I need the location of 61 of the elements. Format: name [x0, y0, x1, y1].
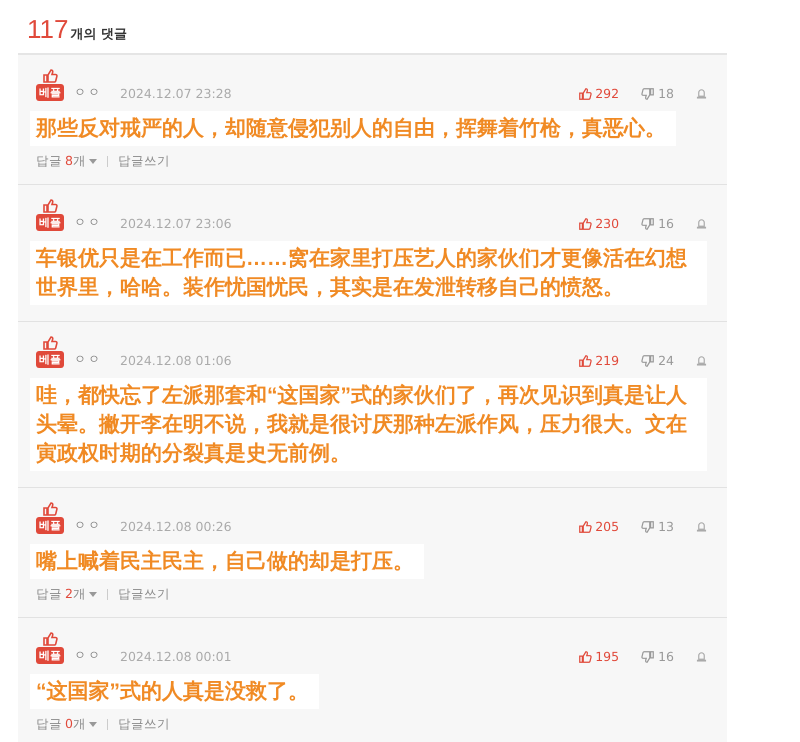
- best-comment-badge: 베플: [36, 647, 64, 664]
- siren-icon[interactable]: [696, 88, 707, 99]
- thumbs-up-icon: [42, 501, 58, 517]
- thumbs-down-icon: [641, 354, 656, 368]
- thumbs-up-icon: [578, 216, 592, 230]
- thumbs-up-icon: [42, 68, 58, 84]
- comment-date: 2024.12.07 23:28: [120, 86, 232, 101]
- author-name: ㅇㅇ: [74, 517, 102, 534]
- caret-icon: [88, 158, 97, 164]
- like-button[interactable]: 219: [578, 353, 620, 368]
- like-button[interactable]: 205: [578, 519, 620, 534]
- replies-toggle[interactable]: 답글 8개: [36, 152, 97, 170]
- thumbs-up-icon: [578, 520, 592, 534]
- caret-icon: [88, 592, 97, 596]
- dislike-button[interactable]: 18: [641, 86, 674, 101]
- thumbs-up-icon: [578, 354, 592, 368]
- siren-icon[interactable]: [696, 521, 707, 532]
- translation-text: 嘴上喊着民主民主，自己做的却是打压。: [30, 544, 424, 579]
- dislike-button[interactable]: 16: [641, 649, 674, 664]
- comment-count-label: 개의 댓글: [70, 26, 127, 43]
- thumbs-up-icon: [42, 631, 58, 647]
- replies-toggle[interactable]: 답글 2개: [36, 586, 97, 602]
- thumbs-up-icon: [578, 650, 592, 664]
- author-name: ㅇㅇ: [74, 351, 102, 368]
- translation-text: “这国家”式的人真是没救了。: [30, 674, 319, 709]
- translation-text: 哇，都快忘了左派那套和“这国家”式的家伙们了，再次见识到真是让人头晕。撇开李在明不说，我就是很讨厌那种左派作风，压力很大。文在寅政权时期的分裂真是史无前例。: [30, 378, 707, 471]
- siren-icon[interactable]: [696, 651, 707, 662]
- author-name: ㅇㅇ: [74, 647, 102, 664]
- dislike-button[interactable]: 16: [641, 216, 674, 231]
- thumbs-up-icon: [42, 335, 58, 351]
- dislike-button[interactable]: 13: [641, 519, 674, 534]
- best-comment-badge: 베플: [36, 214, 64, 231]
- thumbs-down-icon: [641, 520, 656, 534]
- translation-text: 车银优只是在工作而已……窝在家里打压艺人的家伙们才更像活在幻想世界里，哈哈。装作忧国忧民，其实是在发泄转移自己的愤怒。: [30, 241, 707, 305]
- comment-date: 2024.12.07 23:06: [120, 216, 232, 231]
- like-button[interactable]: 230: [578, 216, 620, 231]
- best-comment-badge: 베플: [36, 84, 64, 101]
- thumbs-down-icon: [641, 86, 656, 100]
- write-reply-link[interactable]: 답글쓰기: [118, 152, 170, 170]
- like-button[interactable]: 195: [578, 649, 620, 664]
- author-name: ㅇㅇ: [74, 84, 102, 101]
- thumbs-down-icon: [641, 216, 656, 230]
- thumbs-up-icon: [578, 86, 592, 100]
- comment-date: 2024.12.08 00:01: [120, 649, 232, 664]
- replies-toggle[interactable]: 답글 0개: [36, 716, 97, 732]
- comment-date: 2024.12.08 01:06: [120, 353, 232, 368]
- translation-text: 那些反对戒严的人，却随意侵犯别人的自由，挥舞着竹枪，真恶心。: [30, 111, 676, 146]
- author-name: ㅇㅇ: [74, 214, 102, 231]
- thumbs-up-icon: [42, 198, 58, 214]
- comment-count: 117: [27, 14, 68, 45]
- best-comment-badge: 베플: [36, 351, 64, 368]
- like-button[interactable]: 292: [578, 86, 620, 101]
- siren-icon[interactable]: [696, 218, 707, 229]
- thumbs-down-icon: [641, 650, 656, 664]
- write-reply-link[interactable]: 답글쓰기: [118, 716, 170, 732]
- dislike-button[interactable]: 24: [641, 353, 674, 368]
- siren-icon[interactable]: [696, 355, 707, 366]
- comment-date: 2024.12.08 00:26: [120, 519, 232, 534]
- write-reply-link[interactable]: 답글쓰기: [118, 586, 170, 602]
- caret-icon: [88, 722, 97, 726]
- best-comment-badge: 베플: [36, 517, 64, 534]
